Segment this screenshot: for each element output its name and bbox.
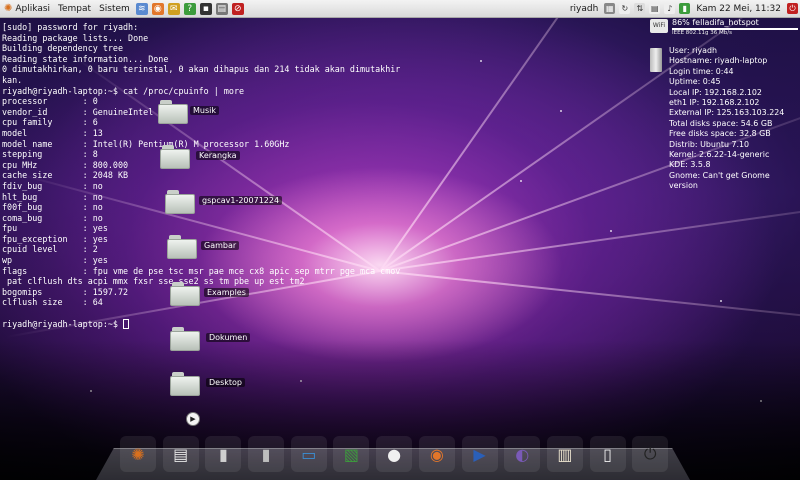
folder-label: Dokumen [206,333,251,342]
clipboard-tray-icon[interactable]: ▤ [649,3,661,14]
wallpaper-light-ray [379,192,800,272]
system-info-line: User: riyadh [669,46,717,55]
printer-icon[interactable]: ▤ [162,436,199,472]
terminal-launcher-icon[interactable]: ▪ [199,2,212,15]
folder-icon [170,372,200,396]
terminal-line: kan. [2,74,23,85]
desktop-folder-kerangka[interactable]: Kerangka [160,143,280,173]
terminal-line: Building dependency tree [2,43,124,54]
folder-label: Musik [190,106,219,115]
volume-tray-icon[interactable]: ♪ [664,3,676,14]
wifi-detail: IEEE 802.11g 36 Mb/s [672,30,732,36]
terminal-line: [sudo] password for riyadh: [2,22,139,32]
image-viewer-icon[interactable]: ▧ [333,436,370,472]
battery-tray-icon[interactable]: ▮ [679,3,691,14]
update-tray-icon[interactable]: ↻ [619,3,631,14]
folder-icon [170,327,200,351]
wifi-icon: WiFi [650,19,668,33]
folder-icon [170,282,200,306]
folder-label: Desktop [206,378,245,387]
star [720,300,722,302]
menu-tempat-label: Tempat [58,3,92,14]
desktop-folder-gambar[interactable]: Gambar [167,233,287,263]
drive-icon[interactable]: ▮ [205,436,242,472]
system-info-line: Uptime: 0:45 [669,77,721,87]
power-icon[interactable]: ⏻ [632,436,669,472]
folder-icon [158,100,188,124]
folder-icon [167,235,197,259]
desktop-screen-icon[interactable]: ▭ [290,436,327,472]
power-launcher-icon[interactable]: ⊘ [231,2,244,15]
chat-bubble-icon[interactable]: ● [376,436,413,472]
book-icon[interactable]: ▥ [546,436,583,472]
system-info: User: riyadh Hostname: riyadh-laptop Login… [669,46,798,192]
menu-sistem-label: Sistem [99,3,130,14]
system-info-line: External IP: 125.163.103.224 [669,108,785,118]
wifi-status: WiFi 86% felladifa_hotspot IEEE 802.11g … [650,18,798,40]
star [520,180,522,182]
firefox-icon[interactable]: ◉ [418,436,455,472]
computer-tower-icon [650,48,662,72]
folder-icon [165,190,195,214]
folder-label: Gambar [201,241,240,250]
firefox-launcher-icon[interactable]: ◉ [151,2,164,15]
logout-tray-icon[interactable]: ⏻ [787,3,798,14]
desktop-folder-gspcav1[interactable]: gspcav1-20071224 [165,188,285,218]
folder-icon [160,145,190,169]
terminal-line: 0 dimutakhirkan, 0 baru terinstal, 0 aka… [2,64,401,75]
system-info-line: eth1 IP: 192.168.2.102 [669,98,760,108]
media-player-icon[interactable]: ▶ [461,436,498,472]
network-tray-icon[interactable]: ⇅ [634,3,646,14]
file-manager-launcher-icon[interactable]: ▤ [215,2,228,15]
wifi-ssid: felladifa_hotspot [692,18,759,27]
desktop-folder-examples[interactable]: Examples [170,280,290,310]
username-label: riyadh [569,3,599,14]
terminal-line: model : 13 [2,127,103,138]
menu-tempat[interactable]: Tempat [54,0,95,18]
ubuntu-logo-icon: ✺ [4,3,13,14]
folder-label: gspcav1-20071224 [199,196,283,205]
system-info-line: Local IP: 192.168.2.102 [669,87,762,97]
system-info-line: version [669,181,698,191]
keyboard-tray-icon[interactable]: ▦ [604,3,616,14]
system-info-line: Login time: 0:44 [669,66,734,76]
ubuntu-menu-icon[interactable]: ✺ [120,436,156,472]
pidgin-icon[interactable]: ◐ [504,436,541,472]
star [610,230,612,232]
top-panel: ✺ Aplikasi Tempat Sistem ≋ ◉ ✉ ? ▪ ▤ ⊘ r… [0,0,800,18]
terminal-line: Reading state information... Done [2,53,169,64]
help-launcher-icon[interactable]: ? [183,2,196,15]
terminal-line: flags : fpu vme de pse tsc msr pae mce c… [2,265,401,276]
mail-launcher-icon[interactable]: ✉ [167,2,180,15]
menu-aplikasi-label: Aplikasi [15,3,51,14]
play-icon[interactable]: ▶ [186,412,200,426]
clock[interactable]: Kam 22 Mei, 11:32 [692,4,785,14]
dock: ✺ ▤ ▮ ▮ ▭ ▧ ● ◉ ▶ ◐ ▥ ▯ ⏻ [120,434,680,472]
wifi-signal: 86% [672,18,690,27]
terminal-line: riyadh@riyadh-laptop:~$ cat /proc/cpuinf… [2,85,245,96]
system-info-line: KDE: 3.5.8 [669,160,711,170]
folder-label: Kerangka [196,151,240,160]
desktop-folder-musik[interactable]: Musik [158,98,278,128]
star [480,60,482,62]
trash-icon[interactable]: ▯ [589,436,626,472]
system-info-line: Distrib: Ubuntu 7.10 [669,139,750,149]
terminal-line: Reading package lists... Done [2,32,149,43]
system-info-line: Hostname: riyadh-laptop [669,56,768,66]
system-info-line: Total disks space: 54.6 GB [669,118,773,128]
system-info-line: Gnome: Can't get Gnome [669,170,770,180]
network-launcher-icon[interactable]: ≋ [135,2,148,15]
menu-aplikasi[interactable]: ✺ Aplikasi [0,0,54,18]
wallpaper-light-ray [379,270,800,331]
desktop-folder-desktop[interactable]: Desktop [170,370,290,400]
system-info-line: Kernel: 2.6.22-14-generic [669,150,770,160]
desktop-folder-dokumen[interactable]: Dokumen [170,325,290,355]
system-info-line: Free disks space: 32.8 GB [669,129,771,139]
menu-sistem[interactable]: Sistem [95,0,134,18]
removable-drive-icon[interactable]: ▮ [248,436,285,472]
folder-label: Examples [204,288,249,297]
star [560,110,562,112]
conky-monitor: WiFi 86% felladifa_hotspot IEEE 802.11g … [650,18,798,192]
terminal-cursor [123,319,130,330]
